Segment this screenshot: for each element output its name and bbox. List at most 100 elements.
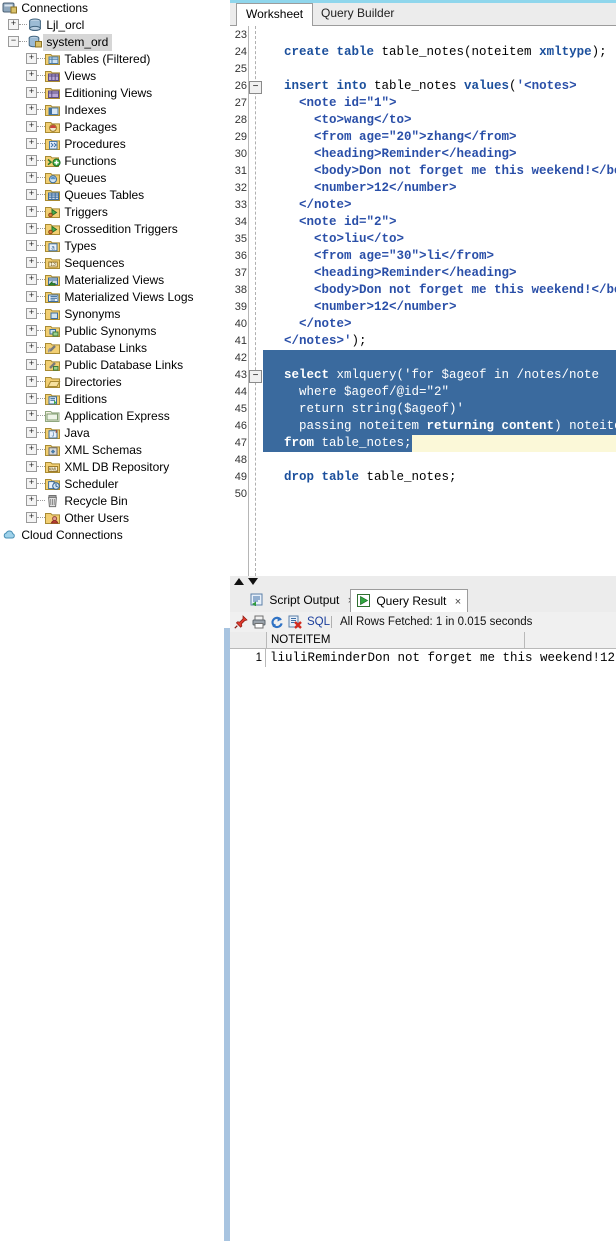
- panel-splitter-vertical[interactable]: [208, 0, 230, 653]
- tree-expander-n-3[interactable]: +: [26, 104, 37, 115]
- tree-row-connection-system_ord[interactable]: − system_ord: [0, 34, 208, 51]
- tab-script-output[interactable]: Script Output ×: [244, 589, 360, 612]
- scroll-up-arrow[interactable]: [234, 578, 244, 585]
- tree-row-synonyms[interactable]: + Synonyms: [0, 306, 208, 323]
- row-number-1[interactable]: 1: [230, 649, 266, 667]
- code-line-41[interactable]: </notes>');: [284, 333, 367, 350]
- tree-expander-n-15[interactable]: +: [26, 308, 37, 319]
- code-line-34[interactable]: <note id="2">: [299, 214, 397, 231]
- tree-row-triggers[interactable]: + Triggers: [0, 204, 208, 221]
- tab-query-result-close-icon[interactable]: ×: [455, 596, 461, 608]
- tree-expander-n-11[interactable]: +: [26, 240, 37, 251]
- connections-panel[interactable]: Connections + Ljl_orcl − system_ord + Ta…: [0, 0, 208, 653]
- code-line-46[interactable]: passing noteitem returning content) note…: [299, 418, 616, 435]
- tree-expander-n-24[interactable]: +: [26, 461, 37, 472]
- tree-expander-n-19[interactable]: +: [26, 376, 37, 387]
- tree-expander-n-16[interactable]: +: [26, 325, 37, 336]
- tree-row-cloud-connections[interactable]: Cloud Connections: [0, 527, 208, 544]
- tree-expander-n-14[interactable]: +: [26, 291, 37, 302]
- tree-expander-n-22[interactable]: +: [26, 427, 37, 438]
- tree-row-crossedition-triggers[interactable]: + Crossedition Triggers: [0, 221, 208, 238]
- tree-expander-n-10[interactable]: +: [26, 223, 37, 234]
- tree-row-materialized-views[interactable]: + Materialized Views: [0, 272, 208, 289]
- tree-row-editions[interactable]: + Editions: [0, 391, 208, 408]
- tree-row-public-synonyms[interactable]: + Public Synonyms: [0, 323, 208, 340]
- tree-row-functions[interactable]: + Functions: [0, 153, 208, 170]
- code-line-39[interactable]: <number>12</number>: [314, 299, 457, 316]
- code-line-49[interactable]: drop table table_notes;: [284, 469, 457, 486]
- code-line-33[interactable]: </note>: [299, 197, 352, 214]
- tree-expander-conn-1[interactable]: −: [8, 36, 19, 47]
- tree-row-directories[interactable]: + Directories: [0, 374, 208, 391]
- pin-icon[interactable]: [234, 615, 250, 629]
- tree-row-xml-db-repository[interactable]: +XML XML DB Repository: [0, 459, 208, 476]
- tab-query-result[interactable]: Query Result ×: [350, 589, 468, 614]
- tree-expander-n-17[interactable]: +: [26, 342, 37, 353]
- code-line-36[interactable]: <from age="30">li</from>: [314, 248, 494, 265]
- tree-row-editioning-views[interactable]: + Editioning Views: [0, 85, 208, 102]
- code-line-30[interactable]: <heading>Reminder</heading>: [314, 146, 517, 163]
- tree-row-indexes[interactable]: + Indexes: [0, 102, 208, 119]
- tree-expander-n-23[interactable]: +: [26, 444, 37, 455]
- tree-row-queues-tables[interactable]: + Queues Tables: [0, 187, 208, 204]
- tree-row-materialized-views-logs[interactable]: + Materialized Views Logs: [0, 289, 208, 306]
- tree-expander-n-8[interactable]: +: [26, 189, 37, 200]
- tree-expander-n-13[interactable]: +: [26, 274, 37, 285]
- code-line-47[interactable]: from table_notes;: [284, 435, 412, 452]
- fold-toggle-43[interactable]: −: [249, 370, 262, 383]
- code-fold-column[interactable]: −−: [249, 26, 263, 576]
- code-line-24[interactable]: create table table_notes(noteitem xmltyp…: [284, 44, 607, 61]
- refresh-icon[interactable]: [270, 615, 286, 629]
- code-line-44[interactable]: where $ageof/@id="2": [299, 384, 449, 401]
- tree-expander-n-2[interactable]: +: [26, 87, 37, 98]
- fold-toggle-26[interactable]: −: [249, 81, 262, 94]
- print-icon[interactable]: [252, 615, 268, 629]
- grid-corner-cell[interactable]: [230, 632, 267, 648]
- code-line-38[interactable]: <body>Don not forget me this weekend!</b…: [314, 282, 616, 299]
- tree-row-tables-filtered-[interactable]: + Tables (Filtered): [0, 51, 208, 68]
- tree-row-procedures[interactable]: + Procedures: [0, 136, 208, 153]
- tree-expander-n-4[interactable]: +: [26, 121, 37, 132]
- code-line-26[interactable]: insert into table_notes values('<notes>: [284, 78, 577, 95]
- tree-row-other-users[interactable]: + Other Users: [0, 510, 208, 527]
- tab-query-builder[interactable]: Query Builder: [312, 3, 403, 25]
- tree-expander-conn-0[interactable]: +: [8, 19, 19, 30]
- tree-row-application-express[interactable]: + Application Express: [0, 408, 208, 425]
- tree-row-queues[interactable]: + Queues: [0, 170, 208, 187]
- code-line-32[interactable]: <number>12</number>: [314, 180, 457, 197]
- tree-row-public-database-links[interactable]: + Public Database Links: [0, 357, 208, 374]
- tree-row-connection-Ljl_orcl[interactable]: + Ljl_orcl: [0, 17, 208, 34]
- column-header-noteitem[interactable]: NOTEITEM: [267, 632, 525, 648]
- code-line-31[interactable]: <body>Don not forget me this weekend!</b…: [314, 163, 616, 180]
- tree-row-scheduler[interactable]: + Scheduler: [0, 476, 208, 493]
- tree-expander-n-25[interactable]: +: [26, 478, 37, 489]
- sql-editor[interactable]: 2324252627282930313233343536373839404142…: [230, 26, 616, 577]
- code-line-45[interactable]: return string($ageof)': [299, 401, 464, 418]
- code-text-area[interactable]: create table table_notes(noteitem xmltyp…: [263, 26, 616, 576]
- tree-row-connections[interactable]: Connections: [0, 0, 208, 17]
- code-line-27[interactable]: <note id="1">: [299, 95, 397, 112]
- tree-row-database-links[interactable]: + Database Links: [0, 340, 208, 357]
- code-line-35[interactable]: <to>liu</to>: [314, 231, 404, 248]
- result-grid[interactable]: NOTEITEM 1 liuliReminderDon not forget m…: [230, 632, 616, 653]
- tree-expander-n-21[interactable]: +: [26, 410, 37, 421]
- tree-expander-n-1[interactable]: +: [26, 70, 37, 81]
- tree-expander-n-26[interactable]: +: [26, 495, 37, 506]
- code-line-29[interactable]: <from age="20">zhang</from>: [314, 129, 517, 146]
- clear-icon[interactable]: [288, 615, 304, 629]
- tree-expander-n-20[interactable]: +: [26, 393, 37, 404]
- tree-row-java[interactable]: +J Java: [0, 425, 208, 442]
- scroll-down-arrow[interactable]: [248, 578, 258, 585]
- tree-row-xml-schemas[interactable]: + XML Schemas: [0, 442, 208, 459]
- tree-expander-n-0[interactable]: +: [26, 53, 37, 64]
- results-tabstrip[interactable]: Script Output × Query Result ×: [230, 588, 616, 613]
- tree-expander-n-9[interactable]: +: [26, 206, 37, 217]
- code-line-40[interactable]: </note>: [299, 316, 352, 333]
- tree-expander-n-7[interactable]: +: [26, 172, 37, 183]
- tree-row-types[interactable]: +a Types: [0, 238, 208, 255]
- results-toolbar[interactable]: SQL All Rows Fetched: 1 in 0.015 seconds: [230, 612, 616, 633]
- tree-row-sequences[interactable]: +13 Sequences: [0, 255, 208, 272]
- tree-row-views[interactable]: + Views: [0, 68, 208, 85]
- code-line-43[interactable]: select xmlquery('for $ageof in /notes/no…: [284, 367, 599, 384]
- tab-worksheet[interactable]: Worksheet: [236, 3, 313, 27]
